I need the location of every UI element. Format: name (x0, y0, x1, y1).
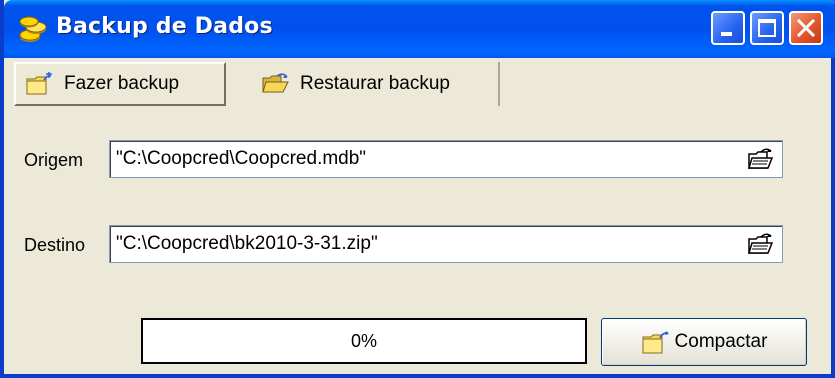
minimize-button[interactable] (711, 11, 745, 45)
maximize-button[interactable] (750, 11, 784, 45)
coins-icon (19, 16, 47, 42)
destino-input[interactable] (116, 229, 736, 259)
tab-strip: Fazer backup Restaurar backup (14, 62, 829, 108)
tab-fazer-backup[interactable]: Fazer backup (14, 62, 226, 106)
destino-label: Destino (24, 235, 86, 255)
compactar-button[interactable]: Compactar (601, 318, 807, 366)
destino-field[interactable] (109, 225, 783, 263)
folder-star-icon (26, 72, 52, 95)
compactar-label: Compactar (674, 331, 768, 352)
origem-input[interactable] (116, 144, 736, 174)
maximize-icon (758, 19, 776, 37)
browse-folder-icon[interactable] (746, 146, 774, 172)
tab-label-fazer-backup: Fazer backup (64, 73, 180, 94)
tab-restaurar-backup[interactable]: Restaurar backup (228, 62, 500, 106)
open-folder-icon (262, 73, 289, 93)
origem-field[interactable] (109, 140, 783, 178)
window-title: Backup de Dados (56, 14, 273, 39)
close-button[interactable] (789, 11, 823, 45)
progress-text: 0% (350, 331, 377, 351)
browse-folder-icon[interactable] (746, 231, 774, 257)
title-bar[interactable]: Backup de Dados (4, 0, 835, 58)
minimize-icon (721, 32, 732, 36)
origem-label: Origem (24, 150, 84, 170)
close-icon (796, 18, 816, 38)
backup-window: Backup de Dados Fazer backup Restaurar b… (0, 0, 835, 378)
folder-star-icon (642, 331, 669, 354)
progress-bar: 0% (141, 318, 587, 364)
tab-label-restaurar-backup: Restaurar backup (300, 73, 450, 94)
